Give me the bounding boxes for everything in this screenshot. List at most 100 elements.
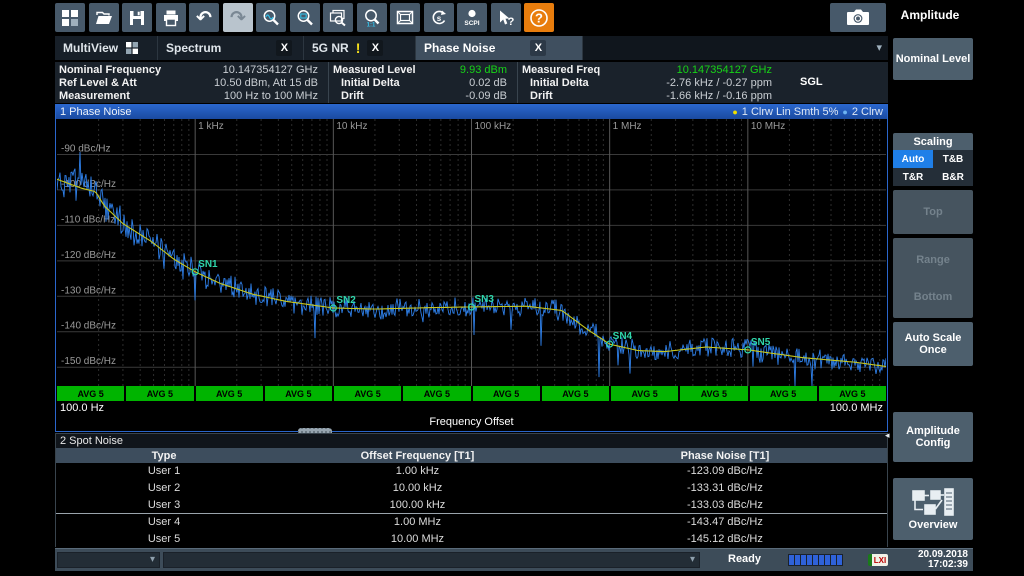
bottom-button[interactable]: Bottom — [893, 276, 973, 318]
scaling-option-br[interactable]: B&R — [933, 168, 973, 186]
status-dropdown-small[interactable]: ▾ — [57, 552, 160, 568]
info-field: Drift-1.66 kHz / -0.16 ppm — [530, 90, 778, 103]
phase-noise-window[interactable]: 1 Phase Noise ● 1 Clrw Lin Smth 5% ● 2 C… — [55, 104, 888, 432]
tab-label: 5G NR — [312, 41, 349, 55]
svg-text:SN5: SN5 — [751, 337, 771, 348]
svg-text:-120 dBc/Hz: -120 dBc/Hz — [61, 250, 116, 261]
info-field: Nominal Frequency10.147354127 GHz — [59, 64, 324, 77]
trace1-dot-icon: ● — [732, 105, 737, 119]
col-header-noise: Phase Noise [T1] — [563, 448, 887, 463]
divider — [517, 62, 518, 103]
scpi-icon[interactable]: SCPI — [457, 3, 487, 32]
svg-text:SN1: SN1 — [198, 259, 218, 270]
windows-icon[interactable] — [55, 3, 85, 32]
col-header-offset: Offset Frequency [T1] — [272, 448, 563, 463]
window-title-bar: 1 Phase Noise ● 1 Clrw Lin Smth 5% ● 2 C… — [56, 105, 887, 119]
avg-segment: AVG 5 — [57, 386, 124, 401]
sidepanel-arrow-icon[interactable]: ◂ — [885, 430, 890, 441]
svg-text:1 MHz: 1 MHz — [613, 121, 642, 132]
status-dropdown-wide[interactable]: ▾ — [163, 552, 700, 568]
softkey-menu-title: Amplitude — [886, 0, 974, 30]
svg-text:10 kHz: 10 kHz — [336, 121, 367, 132]
svg-text:-130 dBc/Hz: -130 dBc/Hz — [61, 285, 116, 296]
svg-text:?: ? — [508, 16, 515, 28]
svg-text:s: s — [437, 14, 442, 23]
avg-segment: AVG 5 — [334, 386, 401, 401]
camera-icon[interactable] — [830, 3, 886, 32]
col-header-type: Type — [56, 448, 272, 463]
amplitude-config-button[interactable]: Amplitude Config — [893, 412, 973, 462]
avg-segment: AVG 5 — [819, 386, 886, 401]
trace2-legend-label: 2 Clrw — [852, 105, 883, 119]
tab-phase-noise[interactable]: Phase Noise X — [416, 36, 583, 60]
phase-noise-plot[interactable]: -90 dBc/Hz-100 dBc/Hz-110 dBc/Hz-120 dBc… — [57, 119, 886, 386]
zoom-trace-icon[interactable] — [256, 3, 286, 32]
display-icon[interactable] — [390, 3, 420, 32]
tab-label: MultiView — [63, 41, 118, 55]
lxi-status-icon: LXI — [868, 554, 888, 566]
spot-noise-window[interactable]: 2 Spot Noise Type Offset Frequency [T1] … — [55, 433, 888, 547]
scaling-selector: Auto T&B T&R B&R — [893, 150, 973, 186]
tab-spectrum[interactable]: Spectrum X — [158, 36, 304, 60]
close-icon[interactable]: X — [367, 40, 383, 56]
progress-bar — [788, 554, 843, 566]
table-row: User 510.00 MHz-145.12 dBc/Hz — [56, 530, 887, 547]
svg-text:-150 dBc/Hz: -150 dBc/Hz — [61, 356, 116, 367]
svg-text:SCPI: SCPI — [464, 20, 479, 27]
top-button[interactable]: Top — [893, 190, 973, 234]
avg-segment: AVG 5 — [542, 386, 609, 401]
sweep-icon[interactable]: s — [424, 3, 454, 32]
window-title: 2 Spot Noise — [56, 434, 887, 448]
window-title: 1 Phase Noise — [60, 105, 132, 119]
svg-text:-140 dBc/Hz: -140 dBc/Hz — [61, 321, 116, 332]
tab-multiview[interactable]: MultiView — [55, 36, 158, 60]
help-icon[interactable]: ? — [524, 3, 554, 32]
avg-segment: AVG 5 — [265, 386, 332, 401]
tab-5gnr[interactable]: 5G NR ! X — [304, 36, 416, 60]
avg-segment: AVG 5 — [680, 386, 747, 401]
overview-flowchart-icon — [911, 488, 955, 516]
print-icon[interactable] — [156, 3, 186, 32]
redo-icon[interactable]: ↷ — [223, 3, 253, 32]
svg-text:?: ? — [535, 10, 543, 25]
context-help-icon[interactable]: ? — [491, 3, 521, 32]
divider — [328, 62, 329, 103]
multiview-grid-icon — [125, 41, 139, 55]
multi-zoom-icon[interactable] — [323, 3, 353, 32]
x-axis-title: Frequency Offset — [57, 416, 886, 430]
tab-list-dropdown[interactable]: ▾ — [876, 41, 882, 54]
close-icon[interactable]: X — [530, 40, 546, 56]
x-start-label: 100.0 Hz — [60, 402, 104, 414]
svg-text:-90 dBc/Hz: -90 dBc/Hz — [61, 143, 110, 154]
chevron-down-icon: ▾ — [150, 554, 155, 565]
svg-text:1:1: 1:1 — [367, 22, 376, 28]
svg-text:10 MHz: 10 MHz — [751, 121, 785, 132]
toolbar: ↶ ↷ 1:1 s SCPI ? ? — [0, 0, 1024, 34]
scaling-option-auto[interactable]: Auto — [893, 150, 933, 168]
avg-segment: AVG 5 — [473, 386, 540, 401]
trace2-dot-icon: ● — [842, 105, 847, 119]
instrument-screen: ↶ ↷ 1:1 s SCPI ? ? — [0, 0, 1024, 576]
ready-status: Ready — [728, 553, 761, 565]
nominal-level-button[interactable]: Nominal Level — [893, 38, 973, 80]
scaling-option-tr[interactable]: T&R — [893, 168, 933, 186]
scaling-option-tb[interactable]: T&B — [933, 150, 973, 168]
status-bar: ▾ ▾ Ready LXI 20.09.2018 17:02:39 — [55, 548, 973, 571]
auto-scale-once-button[interactable]: Auto Scale Once — [893, 322, 973, 366]
info-field: Initial Delta-2.76 kHz / -0.27 ppm — [530, 77, 778, 90]
overview-button[interactable]: Overview — [893, 478, 973, 540]
zoom-area-icon[interactable] — [290, 3, 320, 32]
avg-segment: AVG 5 — [750, 386, 817, 401]
svg-text:SN2: SN2 — [336, 295, 356, 306]
close-icon[interactable]: X — [276, 40, 292, 56]
save-icon[interactable] — [122, 3, 152, 32]
datetime-display: 20.09.2018 17:02:39 — [893, 550, 968, 570]
open-icon[interactable] — [89, 3, 119, 32]
undo-icon[interactable]: ↶ — [189, 3, 219, 32]
info-field: Ref Level & Att10.50 dBm, Att 15 dB — [59, 77, 324, 90]
avg-segment-bar: AVG 5 AVG 5 AVG 5 AVG 5 AVG 5 AVG 5 AVG … — [57, 386, 886, 401]
info-field: Measured Level9.93 dBm — [333, 64, 513, 77]
avg-segment: AVG 5 — [611, 386, 678, 401]
zoom-1to1-icon[interactable]: 1:1 — [357, 3, 387, 32]
svg-text:SN4: SN4 — [613, 331, 633, 342]
